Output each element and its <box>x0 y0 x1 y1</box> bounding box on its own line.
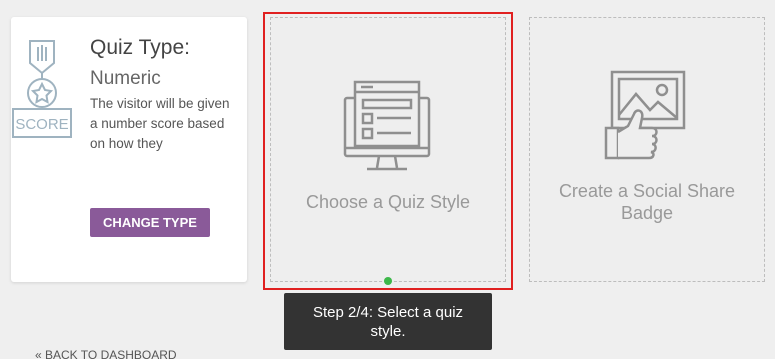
quiz-type-value: Numeric <box>90 68 161 89</box>
create-social-badge-label: Create a Social Share Badge <box>558 181 736 223</box>
step-indicator-dot <box>384 277 392 285</box>
change-type-button[interactable]: CHANGE TYPE <box>90 208 210 237</box>
score-text: SCORE <box>15 116 68 133</box>
image-thumbs-up-icon <box>604 70 686 160</box>
create-social-badge-option[interactable]: Create a Social Share Badge <box>529 17 765 282</box>
quiz-type-label: Quiz Type: <box>90 36 190 59</box>
quiz-type-description: The visitor will be given a number score… <box>90 96 230 151</box>
back-to-dashboard-link[interactable]: « BACK TO DASHBOARD <box>35 348 177 359</box>
score-badge-icon: SCORE <box>12 40 72 138</box>
step-highlight-frame <box>263 12 513 290</box>
step-tooltip: Step 2/4: Select a quiz style. <box>284 293 492 350</box>
step-tooltip-text: Step 2/4: Select a quiz style. <box>312 303 464 340</box>
quiz-type-card: SCORE Quiz Type: Numeric The visitor wil… <box>11 17 247 282</box>
